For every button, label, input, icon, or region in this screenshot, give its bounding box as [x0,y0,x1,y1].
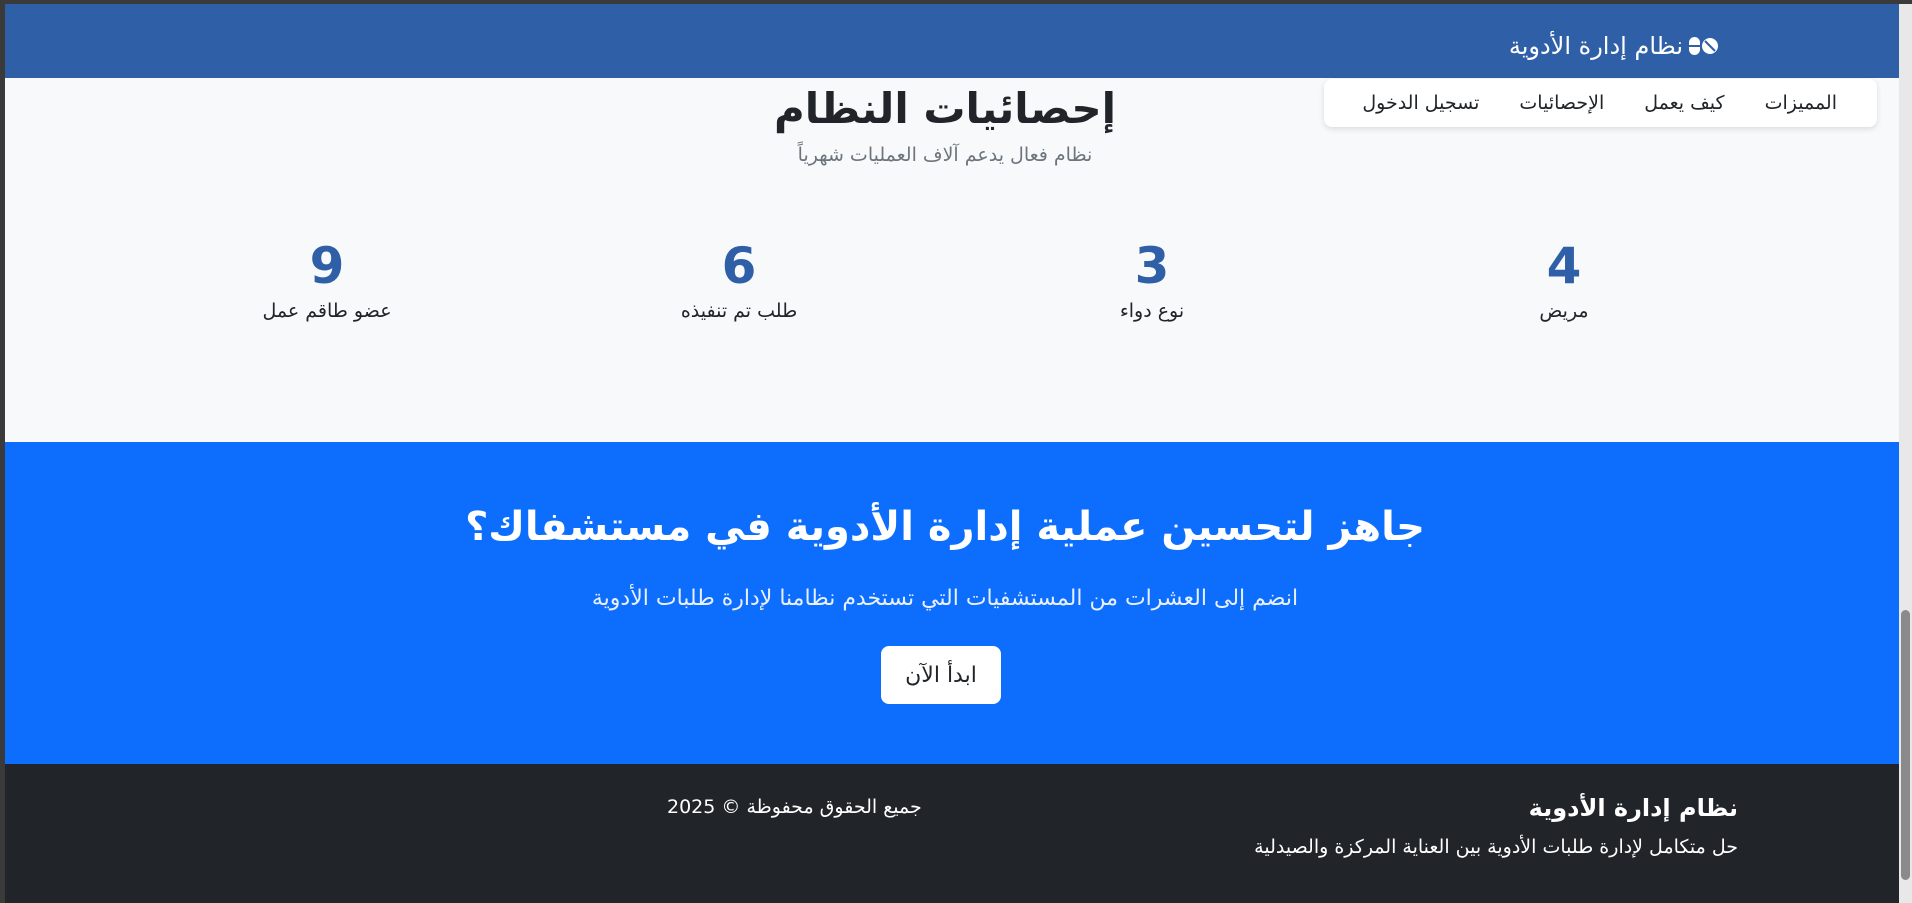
cta-title: جاهز لتحسين عملية إدارة الأدوية في مستشف… [465,504,1425,550]
cta-subtitle: انضم إلى العشرات من المستشفيات التي تستخ… [591,586,1299,611]
stat-value: 3 [1134,237,1170,295]
stat-patients: 4 مريض [1434,236,1694,322]
brand[interactable]: نظام إدارة الأدوية [1509,28,1719,64]
stat-staff-members: 9 عضو طاقم عمل [197,236,457,322]
scrollbar-thumb[interactable] [1901,610,1910,880]
stat-label: عضو طاقم عمل [262,300,392,322]
brand-title: نظام إدارة الأدوية [1508,32,1683,60]
footer-title: نظام إدارة الأدوية [1528,794,1738,822]
stat-orders-completed: 6 طلب تم تنفيذه [609,236,869,322]
start-now-button[interactable]: ابدأ الآن [881,646,1001,704]
pills-icon [1687,33,1719,59]
stats-title: إحصائيات النظام [773,84,1117,133]
footer-description: حل متكامل لإدارة طلبات الأدوية بين العنا… [1254,836,1738,858]
stats-subtitle: نظام فعال يدعم آلاف العمليات شهرياً [797,144,1093,166]
stats-row: 4 مريض 3 نوع دواء 6 طلب تم تنفيذه 9 عضو … [5,236,1899,346]
stat-label: طلب تم تنفيذه [680,300,798,322]
stat-medicine-types: 3 نوع دواء [1022,236,1282,322]
page-viewport: نظام إدارة الأدوية المميزات كيف يعمل الإ… [5,4,1899,903]
stat-label: نوع دواء [1119,300,1185,322]
stat-value: 6 [721,237,757,295]
stat-value: 9 [309,237,345,295]
stat-value: 4 [1546,237,1582,295]
footer: نظام إدارة الأدوية حل متكامل لإدارة طلبا… [5,764,1899,903]
stat-label: مريض [1539,300,1589,322]
cta-section: جاهز لتحسين عملية إدارة الأدوية في مستشف… [5,442,1899,764]
page-scrollbar[interactable] [1899,4,1912,903]
top-navbar: نظام إدارة الأدوية [5,4,1899,78]
footer-copyright: جميع الحقوق محفوظة © 2025 [667,796,922,818]
